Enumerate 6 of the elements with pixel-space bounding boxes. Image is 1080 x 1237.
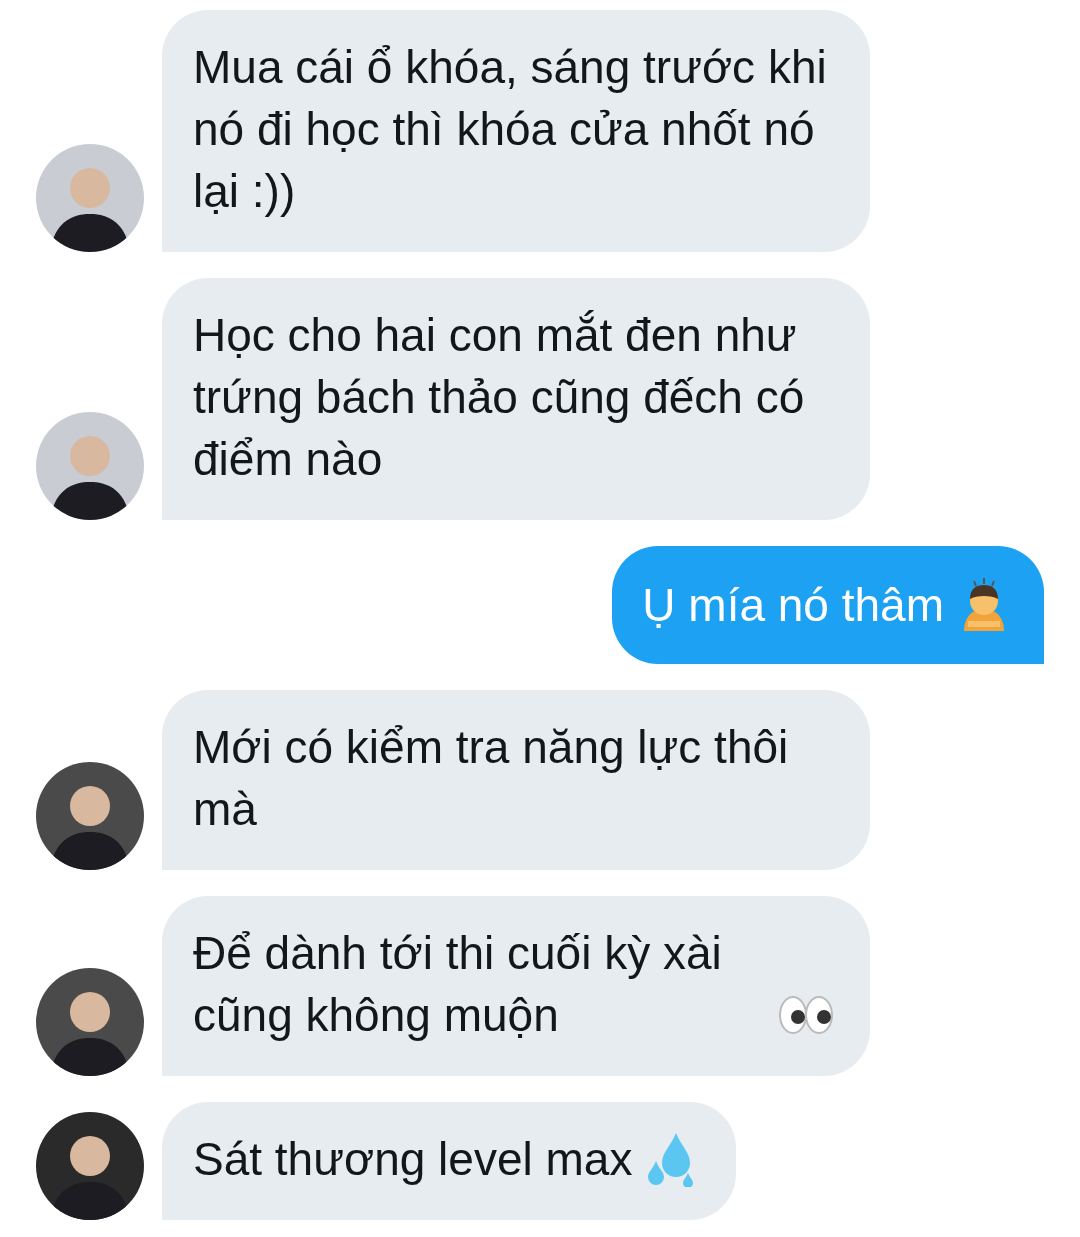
message-text: Học cho hai con mắt đen như trứng bách thảo cũng đếch có điểm nào (193, 308, 806, 487)
message-text: Mua cái ổ khóa, sáng trước khi nó đi học thì khóa cửa nhốt nó lại :)) (193, 40, 828, 219)
message-text: Sát thương level max (193, 1132, 633, 1187)
message-text: Để dành tới thi cuối kỳ xài cũng không muộn (193, 926, 723, 1043)
message-text: Ụ mía nó thâm (642, 578, 944, 633)
message-text: Mới có kiểm tra năng lực thôi mà (193, 720, 790, 837)
